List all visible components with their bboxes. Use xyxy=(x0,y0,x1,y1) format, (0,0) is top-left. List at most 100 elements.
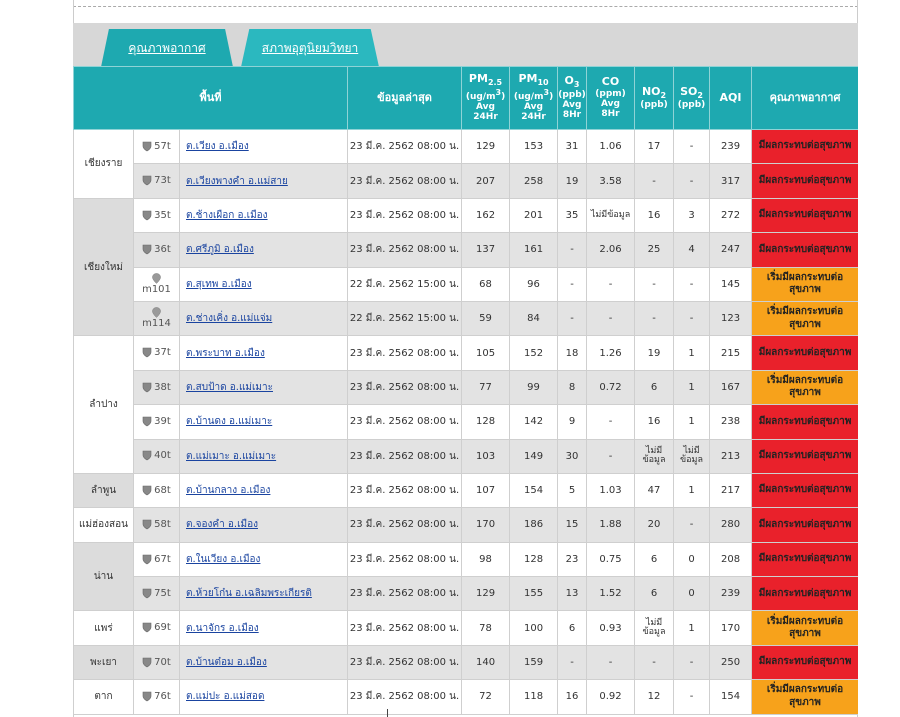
station-code: 39t xyxy=(154,416,171,428)
site-link[interactable]: ต.นาจักร อ.เมือง xyxy=(186,623,259,634)
site-link[interactable]: ต.แม่ปะ อ.แม่สอด xyxy=(186,691,264,702)
table-row: เชียงราย 57t ต.เวียง อ.เมือง 23 มี.ค. 2562 … xyxy=(73,128,858,199)
no2-cell: 47 xyxy=(634,472,675,509)
station-shield-icon xyxy=(142,244,152,256)
no2-cell: 25 xyxy=(634,232,675,268)
pm25-cell: 77 xyxy=(461,369,511,406)
pm25-cell: 140 xyxy=(461,644,511,681)
date-cell: 23 มี.ค. 2562 08:00 น. xyxy=(347,438,463,474)
site-link[interactable]: ต.ช้างเผือก อ.เมือง xyxy=(186,210,268,221)
table-row: m114 ต.ช่างเคิ่ง อ.แม่แจ่ม 22 มี.ค. 2562 1… xyxy=(74,300,858,337)
station-code-cell: 36t xyxy=(133,232,180,268)
no2-cell: - xyxy=(634,300,675,337)
air-quality-status: มีผลกระทบต่อสุขภาพ xyxy=(751,335,858,371)
site-cell: ต.นาจักร อ.เมือง xyxy=(178,610,349,646)
pm25-cell: 68 xyxy=(461,266,511,302)
pm10-cell: 159 xyxy=(509,644,559,681)
date-cell: 23 มี.ค. 2562 08:00 น. xyxy=(347,472,463,509)
co-cell: 1.06 xyxy=(586,128,636,165)
no2-cell: 16 xyxy=(634,404,675,440)
aqi-cell: 250 xyxy=(709,644,753,681)
pm10-cell: 155 xyxy=(509,576,559,612)
station-code-cell: 70t xyxy=(133,644,180,681)
site-link[interactable]: ต.พระบาท อ.เมือง xyxy=(186,348,265,359)
so2-cell: - xyxy=(673,679,711,715)
aqi-cell: 239 xyxy=(709,576,753,612)
province-cell: แพร่ xyxy=(73,610,134,646)
site-cell: ต.เวียง อ.เมือง xyxy=(178,128,349,165)
station-code-cell: 37t xyxy=(133,335,180,371)
pm25-cell: 129 xyxy=(461,128,511,165)
province-cell: เชียงราย xyxy=(73,129,134,199)
so2-cell: - xyxy=(673,128,711,165)
so2-cell: 3 xyxy=(673,197,711,234)
o3-cell: - xyxy=(557,644,588,681)
date-cell: 23 มี.ค. 2562 08:00 น. xyxy=(347,541,463,578)
site-link[interactable]: ต.สบป้าด อ.แม่เมาะ xyxy=(186,382,273,393)
table-row: 75t ต.ห้วยโก๋น อ.เฉลิมพระเกียรติ 23 มี.ค. … xyxy=(74,576,858,612)
tab-meteorology[interactable]: สภาพอุตุนิยมวิทยา xyxy=(241,29,379,67)
aqi-panel: คุณภาพอากาศ สภาพอุตุนิยมวิทยา พื้นที่ ข้… xyxy=(73,0,858,717)
site-link[interactable]: ต.บ้านกลาง อ.เมือง xyxy=(186,485,270,496)
no2-cell: 6 xyxy=(634,369,675,406)
so2-cell: 0 xyxy=(673,541,711,578)
site-link[interactable]: ต.ช่างเคิ่ง อ.แม่แจ่ม xyxy=(186,313,272,324)
station-shield-icon xyxy=(142,588,152,600)
table-row: 40t ต.แม่เมาะ อ.แม่เมาะ 23 มี.ค. 2562 08:0… xyxy=(74,438,858,474)
pm10-cell: 84 xyxy=(509,300,559,337)
station-code: m114 xyxy=(142,318,171,330)
site-cell: ต.พระบาท อ.เมือง xyxy=(178,335,349,371)
co-cell: ไม่มีข้อมูล xyxy=(586,197,636,234)
site-link[interactable]: ต.ในเวียง อ.เมือง xyxy=(186,554,260,565)
site-link[interactable]: ต.บ้านดง อ.แม่เมาะ xyxy=(186,416,272,427)
air-quality-status: มีผลกระทบต่อสุขภาพ xyxy=(751,163,858,199)
o3-cell: 9 xyxy=(557,404,588,440)
aqi-cell: 213 xyxy=(709,438,753,474)
station-code-cell: 39t xyxy=(133,404,180,440)
so2-cell: 1 xyxy=(673,610,711,646)
co-cell: 3.58 xyxy=(586,163,636,199)
site-cell: ต.สบป้าด อ.แม่เมาะ xyxy=(178,369,349,406)
station-code: 75t xyxy=(154,588,171,600)
pm10-cell: 96 xyxy=(509,266,559,302)
site-link[interactable]: ต.จองคำ อ.เมือง xyxy=(186,519,258,530)
station-code-cell: 57t xyxy=(133,128,180,165)
so2-cell: 1 xyxy=(673,335,711,371)
date-cell: 23 มี.ค. 2562 08:00 น. xyxy=(347,335,463,371)
no2-cell: - xyxy=(634,644,675,681)
station-code: m101 xyxy=(142,284,171,295)
table-row: m101 ต.สุเทพ อ.เมือง 22 มี.ค. 2562 15:00 น… xyxy=(74,266,858,302)
pm25-cell: 129 xyxy=(461,576,511,612)
table-row: แพร่ 69t ต.นาจักร อ.เมือง 23 มี.ค. 2562 08:… xyxy=(73,610,858,646)
site-link[interactable]: ต.แม่เมาะ อ.แม่เมาะ xyxy=(186,451,276,462)
station-code-cell: 75t xyxy=(133,576,180,612)
table-row: พะเยา 70t ต.บ้านต๋อม อ.เมือง 23 มี.ค. 2562 … xyxy=(73,644,858,681)
pm25-cell: 107 xyxy=(461,472,511,509)
site-cell: ต.แม่ปะ อ.แม่สอด xyxy=(178,679,349,715)
station-code: 36t xyxy=(154,244,171,256)
site-link[interactable]: ต.สุเทพ อ.เมือง xyxy=(186,279,252,290)
station-code-cell: m114 xyxy=(133,300,180,337)
site-link[interactable]: ต.เวียง อ.เมือง xyxy=(186,141,249,152)
so2-cell: 1 xyxy=(673,404,711,440)
site-cell: ต.สุเทพ อ.เมือง xyxy=(178,266,349,302)
tab-air-quality[interactable]: คุณภาพอากาศ xyxy=(101,29,233,67)
station-shield-icon xyxy=(142,210,152,221)
site-link[interactable]: ต.ห้วยโก๋น อ.เฉลิมพระเกียรติ xyxy=(186,588,312,599)
o3-cell: - xyxy=(557,300,588,337)
date-cell: 23 มี.ค. 2562 08:00 น. xyxy=(347,507,463,543)
station-code-cell: 40t xyxy=(133,438,180,474)
air-quality-status: มีผลกระทบต่อสุขภาพ xyxy=(751,507,858,543)
site-link[interactable]: ต.ศรีภูมิ อ.เมือง xyxy=(186,244,254,255)
site-cell: ต.บ้านกลาง อ.เมือง xyxy=(178,472,349,509)
air-quality-status: มีผลกระทบต่อสุขภาพ xyxy=(751,128,858,165)
no2-cell: 20 xyxy=(634,507,675,543)
o3-cell: 6 xyxy=(557,610,588,646)
site-link[interactable]: ต.เวียงพางคำ อ.แม่สาย xyxy=(186,176,288,187)
site-link[interactable]: ต.บ้านต๋อม อ.เมือง xyxy=(186,657,267,668)
co-cell: - xyxy=(586,300,636,337)
station-code-cell: 67t xyxy=(133,541,180,578)
site-cell: ต.ในเวียง อ.เมือง xyxy=(178,541,349,578)
air-quality-status: มีผลกระทบต่อสุขภาพ xyxy=(751,232,858,268)
co-cell: 1.26 xyxy=(586,335,636,371)
